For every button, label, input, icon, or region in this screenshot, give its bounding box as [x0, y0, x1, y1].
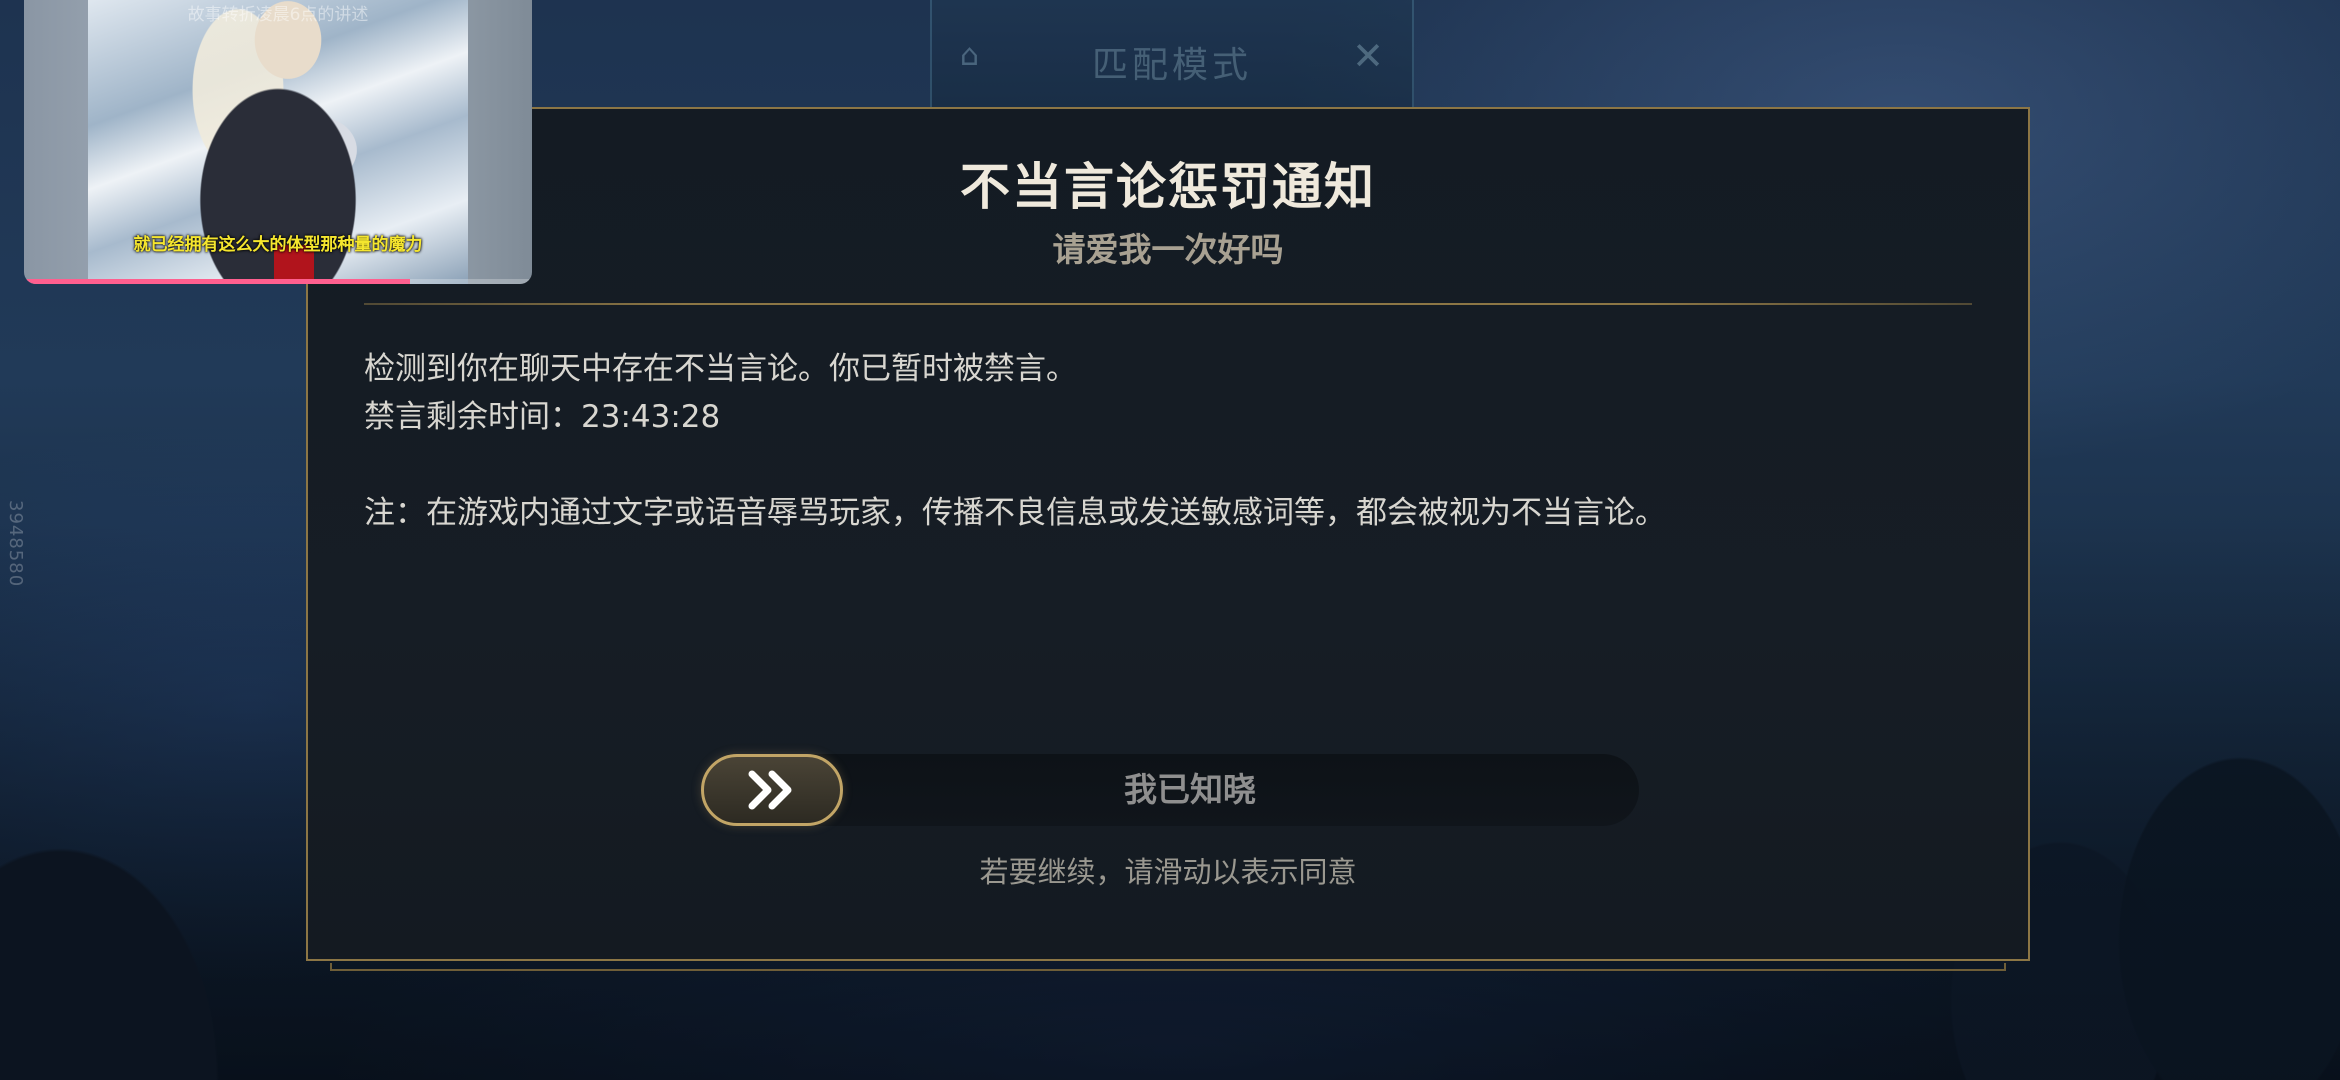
close-icon: ✕ — [1352, 34, 1384, 78]
message-line-mute: 检测到你在聊天中存在不当言论。你已暂时被禁言。 — [364, 351, 1077, 387]
slide-to-agree-hint: 若要继续，请滑动以表示同意 — [979, 855, 1357, 889]
penalty-notice-dialog: 不当言论惩罚通知 请爱我一次好吗 检测到你在聊天中存在不当言论。你已暂时被禁言。… — [306, 107, 2030, 961]
dialog-subtitle: 请爱我一次好吗 — [1052, 230, 1284, 269]
video-top-text: 故事转折凌晨6点的讲述 — [187, 5, 369, 25]
acknowledge-slider-handle[interactable] — [701, 754, 843, 826]
dialog-message: 检测到你在聊天中存在不当言论。你已暂时被禁言。 禁言剩余时间：23:43:28 … — [364, 345, 1972, 537]
side-watermark: 3948580 — [5, 500, 26, 588]
title-divider — [364, 303, 1972, 305]
dialog-title: 不当言论惩罚通知 — [960, 158, 1376, 216]
video-progress-fill — [24, 279, 411, 284]
dialog-base-trim — [330, 963, 2006, 971]
double-chevron-right-icon — [748, 770, 792, 810]
mode-tab-title: 匹配模式 — [1091, 45, 1252, 86]
message-line-remaining-time: 禁言剩余时间：23:43:28 — [364, 399, 721, 435]
message-note: 注：在游戏内通过文字或语音辱骂玩家，传播不良信息或发送敏感词等，都会被视为不当言… — [364, 495, 1666, 531]
video-pip-window[interactable]: 故事转折凌晨6点的讲述 就已经拥有这么大的体型那种量的魔力 — [24, 0, 532, 284]
background-mode-tab: ⌂ 匹配模式 ✕ — [930, 0, 1414, 108]
video-caption: 就已经拥有这么大的体型那种量的魔力 — [133, 235, 423, 255]
